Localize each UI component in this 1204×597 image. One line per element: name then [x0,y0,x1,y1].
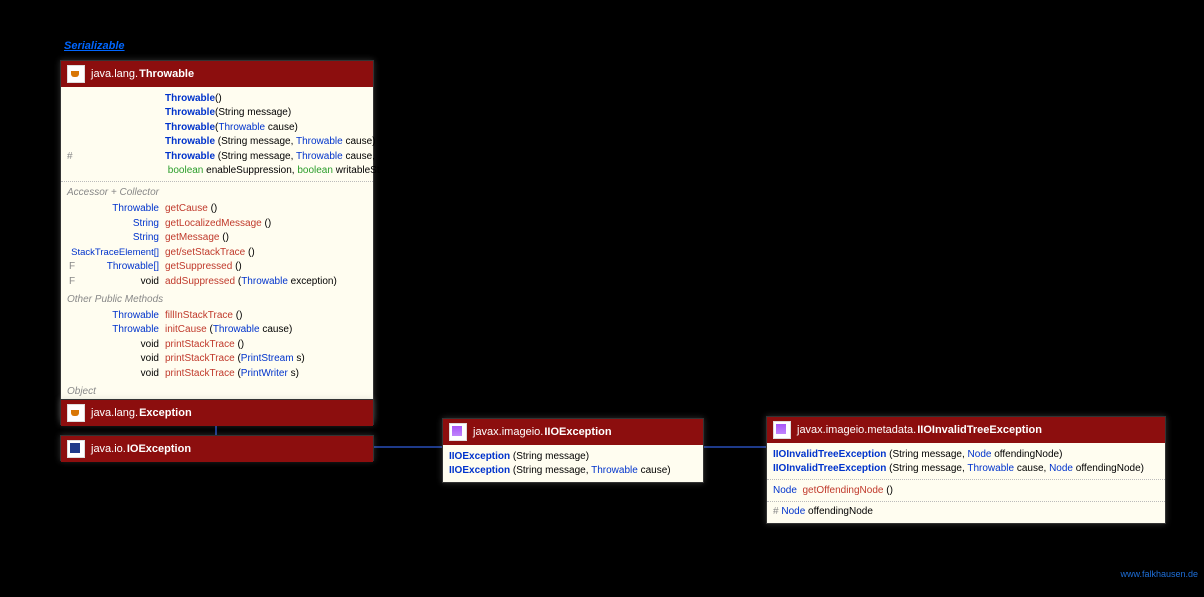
class-header-iioexception: javax.imageio.IIOException [443,419,703,445]
class-iioinvalidtree: javax.imageio.metadata.IIOInvalidTreeExc… [766,416,1166,524]
method: getCause [165,203,208,214]
method: getSuppressed [165,261,232,272]
class-exception: java.lang.Exception [60,399,374,425]
method: printStackTrace [165,368,235,379]
ctor: Throwable [165,93,215,104]
ctor: Throwable [165,136,215,147]
method: getOffendingNode [802,485,883,496]
class-header-invalidtree: javax.imageio.metadata.IIOInvalidTreeExc… [767,417,1165,443]
method: get/setStackTrace [165,247,245,258]
class-ioexception: java.io.IOException [60,435,374,461]
section-object: Object [67,385,367,399]
method: getMessage [165,232,219,243]
disk-icon [67,440,85,458]
footer-credit[interactable]: www.falkhausen.de [1120,569,1198,579]
method: getLocalizedMessage [165,218,262,229]
ctor: Throwable [165,107,215,118]
class-iioexception: javax.imageio.IIOException IIOException … [442,418,704,483]
interface-serializable[interactable]: Serializable [64,40,125,52]
section-accessor: Accessor + Collector [67,186,367,200]
ctor: IIOException [449,451,510,462]
class-header-ioexception: java.io.IOException [61,436,373,462]
field: offendingNode [808,506,873,517]
image-icon [773,421,791,439]
method: printStackTrace [165,353,235,364]
class-header-exception: java.lang.Exception [61,400,373,426]
class-name: Throwable [139,68,194,80]
class-throwable: java.lang. Throwable Throwable() Throwab… [60,60,374,420]
method: printStackTrace [165,339,235,350]
ctor: IIOInvalidTreeException [773,463,886,474]
ctor: IIOInvalidTreeException [773,449,886,460]
java-cup-icon [67,404,85,422]
pkg-label: java.lang. [91,68,138,80]
class-header-throwable: java.lang. Throwable [61,61,373,87]
section-other: Other Public Methods [67,293,367,307]
method: initCause [165,324,207,335]
image-icon [449,423,467,441]
method: fillInStackTrace [165,310,233,321]
class-body-throwable: Throwable() Throwable(String message) Th… [61,87,373,419]
method: addSuppressed [165,276,235,287]
ctor: IIOException [449,465,510,476]
ctor: Throwable [165,151,215,162]
ctor: Throwable [165,122,215,133]
java-cup-icon [67,65,85,83]
